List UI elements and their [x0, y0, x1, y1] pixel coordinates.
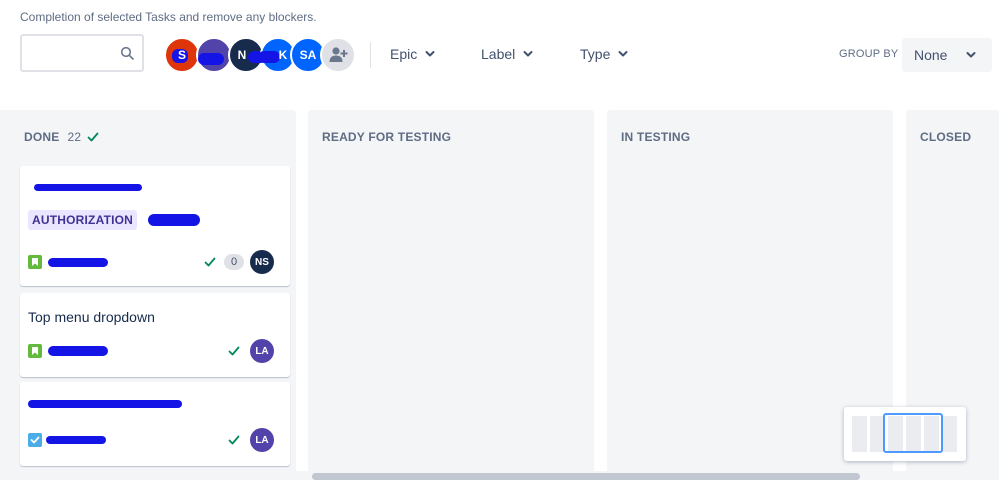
column-title: READY FOR TESTING [322, 130, 452, 144]
issue-card[interactable]: AUTHORIZATION 0 NS [20, 166, 290, 286]
redaction-mark [46, 436, 106, 444]
story-points-badge: 0 [224, 254, 244, 270]
issue-count: 22 [67, 130, 82, 144]
assignee-avatar[interactable]: LA [250, 339, 274, 363]
horizontal-scrollbar[interactable] [0, 471, 999, 480]
assignee-avatar[interactable] [196, 37, 232, 73]
search-icon [120, 46, 134, 60]
issue-card[interactable]: LA [20, 382, 290, 466]
group-by-value: None [914, 47, 948, 63]
issue-card[interactable]: Top menu dropdown LA [20, 293, 290, 377]
group-by-label: GROUP BY [839, 48, 899, 60]
board-subtitle: Completion of selected Tasks and remove … [20, 10, 317, 24]
assignee-avatar[interactable]: NS [250, 250, 274, 274]
story-icon [28, 255, 42, 269]
add-people-button[interactable] [320, 37, 356, 73]
check-icon [228, 346, 240, 356]
card-title: Top menu dropdown [28, 309, 155, 325]
redaction-mark [148, 214, 200, 226]
type-filter[interactable]: Type [580, 46, 628, 62]
type-filter-label: Type [580, 46, 611, 62]
toolbar-divider [370, 42, 371, 68]
chevron-down-icon [966, 52, 976, 58]
minimap-column [852, 416, 867, 452]
task-icon [28, 433, 42, 447]
chevron-down-icon [523, 51, 533, 57]
chevron-down-icon [618, 51, 628, 57]
redaction-mark [34, 184, 142, 191]
check-icon [228, 435, 240, 445]
board-minimap[interactable] [844, 407, 966, 461]
search-box[interactable] [20, 34, 144, 72]
column-title: CLOSED [920, 130, 972, 144]
add-person-icon [329, 47, 348, 62]
column-header: CLOSED [920, 130, 971, 144]
column-done: DONE 22 AUTHORIZATION 0 NS Top menu drop… [0, 110, 296, 480]
column-ready-for-testing: READY FOR TESTING [308, 110, 594, 480]
assignee-avatar[interactable]: LA [250, 428, 274, 452]
assignee-avatar[interactable]: S [164, 37, 200, 73]
column-title: IN TESTING [621, 130, 691, 144]
label-filter[interactable]: Label [481, 46, 533, 62]
scrollbar-thumb[interactable] [312, 473, 860, 480]
epic-filter[interactable]: Epic [390, 46, 435, 62]
redaction-mark [48, 346, 108, 356]
check-icon [204, 257, 216, 267]
label-filter-label: Label [481, 46, 516, 62]
check-icon [87, 132, 99, 142]
epic-label[interactable]: AUTHORIZATION [28, 210, 138, 230]
column-title: DONE [24, 130, 60, 144]
redaction-mark [48, 258, 108, 267]
redaction-mark [28, 400, 182, 408]
group-by-select[interactable]: None [902, 38, 992, 72]
column-header: DONE 22 [24, 130, 99, 144]
story-icon [28, 344, 42, 358]
column-header: IN TESTING [621, 130, 690, 144]
minimap-column [942, 416, 957, 452]
epic-filter-label: Epic [390, 46, 418, 62]
chevron-down-icon [425, 51, 435, 57]
column-header: READY FOR TESTING [322, 130, 451, 144]
minimap-viewport[interactable] [883, 413, 943, 453]
search-input[interactable] [28, 42, 122, 66]
